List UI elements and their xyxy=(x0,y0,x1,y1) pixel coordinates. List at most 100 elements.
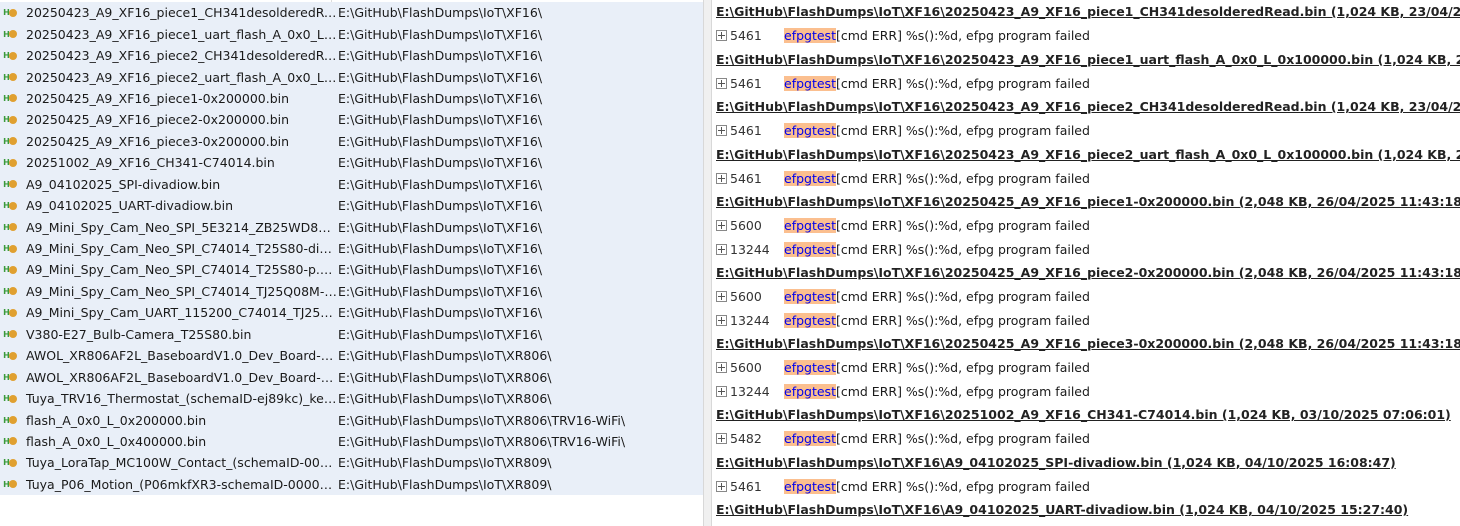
file-path: E:\GitHub\FlashDumps\IoT\XF16\ xyxy=(338,90,543,106)
expand-icon[interactable] xyxy=(716,172,727,184)
result-line[interactable]: 5461 efpgtest [cmd ERR] %s():%d, efpg pr… xyxy=(716,24,1460,48)
file-name: A9_Mini_Spy_Cam_Neo_SPI_C74014_T25S80-p.… xyxy=(26,262,338,278)
hex-file-icon: H xyxy=(0,51,20,60)
file-row[interactable]: H A9_Mini_Spy_Cam_Neo_SPI_C74014_TJ25Q08… xyxy=(0,281,703,302)
splitter[interactable] xyxy=(703,0,712,526)
hex-file-icon: H xyxy=(0,223,20,232)
file-row[interactable]: H 20251002_A9_XF16_CH341-C74014.bin E:\G… xyxy=(0,152,703,173)
file-path: E:\GitHub\FlashDumps\IoT\XF16\ xyxy=(338,283,543,299)
result-file-header[interactable]: E:\GitHub\FlashDumps\IoT\XF16\20250423_A… xyxy=(716,0,1460,24)
expand-icon[interactable] xyxy=(716,480,727,492)
file-row[interactable]: H Tuya_P06_Motion_(P06mkfXR3-schemaID-00… xyxy=(0,474,703,495)
file-name: flash_A_0x0_L_0x200000.bin xyxy=(26,412,207,428)
match-highlight: efpgtest xyxy=(784,28,836,44)
file-row[interactable]: H A9_Mini_Spy_Cam_Neo_SPI_C74014_T25S80-… xyxy=(0,238,703,259)
expand-icon[interactable] xyxy=(716,362,727,374)
expand-icon[interactable] xyxy=(716,291,727,303)
match-highlight: efpgtest xyxy=(784,360,836,376)
result-file-header[interactable]: E:\GitHub\FlashDumps\IoT\XF16\20251002_A… xyxy=(716,403,1460,427)
expand-icon[interactable] xyxy=(716,220,727,232)
result-file-header[interactable]: E:\GitHub\FlashDumps\IoT\XF16\20250425_A… xyxy=(716,261,1460,285)
match-highlight: efpgtest xyxy=(784,123,836,139)
result-line[interactable]: 5461 efpgtest [cmd ERR] %s():%d, efpg pr… xyxy=(716,522,1460,526)
file-path: E:\GitHub\FlashDumps\IoT\XF16\ xyxy=(338,155,543,171)
result-line[interactable]: 5461 efpgtest [cmd ERR] %s():%d, efpg pr… xyxy=(716,475,1460,499)
result-line[interactable]: 13244 efpgtest [cmd ERR] %s():%d, efpg p… xyxy=(716,380,1460,404)
file-path: E:\GitHub\FlashDumps\IoT\XR809\ xyxy=(338,476,552,492)
file-row[interactable]: H A9_Mini_Spy_Cam_UART_115200_C74014_TJ2… xyxy=(0,302,703,323)
result-line[interactable]: 5461 efpgtest [cmd ERR] %s():%d, efpg pr… xyxy=(716,167,1460,191)
result-line[interactable]: 5482 efpgtest [cmd ERR] %s():%d, efpg pr… xyxy=(716,427,1460,451)
file-row[interactable]: H 20250423_A9_XF16_piece2_uart_flash_A_0… xyxy=(0,66,703,87)
result-file-header[interactable]: E:\GitHub\FlashDumps\IoT\XF16\20250425_A… xyxy=(716,190,1460,214)
result-line[interactable]: 5600 efpgtest [cmd ERR] %s():%d, efpg pr… xyxy=(716,214,1460,238)
match-highlight: efpgtest xyxy=(784,241,836,257)
file-row[interactable]: H flash_A_0x0_L_0x200000.bin E:\GitHub\F… xyxy=(0,409,703,430)
result-line[interactable]: 5461 efpgtest [cmd ERR] %s():%d, efpg pr… xyxy=(716,72,1460,96)
expand-icon[interactable] xyxy=(716,314,727,326)
file-row[interactable]: H AWOL_XR806AF2L_BaseboardV1.0_Dev_Board… xyxy=(0,366,703,387)
file-name: A9_Mini_Spy_Cam_Neo_SPI_5E3214_ZB25WD80-… xyxy=(26,219,338,235)
file-name: 20251002_A9_XF16_CH341-C74014.bin xyxy=(26,155,275,171)
result-file-header[interactable]: E:\GitHub\FlashDumps\IoT\XF16\20250423_A… xyxy=(716,143,1460,167)
line-number: 5600 xyxy=(730,218,762,234)
file-row[interactable]: H 20250425_A9_XF16_piece1-0x200000.bin E… xyxy=(0,88,703,109)
expand-icon[interactable] xyxy=(716,433,727,445)
file-row[interactable]: H 20250425_A9_XF16_piece3-0x200000.bin E… xyxy=(0,131,703,152)
file-row[interactable]: H A9_Mini_Spy_Cam_Neo_SPI_C74014_T25S80-… xyxy=(0,259,703,280)
file-row[interactable]: H Tuya_TRV16_Thermostat_(schemaID-ej89kc… xyxy=(0,388,703,409)
match-highlight: efpgtest xyxy=(784,312,836,328)
expand-icon[interactable] xyxy=(716,385,727,397)
result-file-header[interactable]: E:\GitHub\FlashDumps\IoT\XF16\A9_0410202… xyxy=(716,451,1460,475)
result-line[interactable]: 5461 efpgtest [cmd ERR] %s():%d, efpg pr… xyxy=(716,119,1460,143)
result-file-header[interactable]: E:\GitHub\FlashDumps\IoT\XF16\20250425_A… xyxy=(716,332,1460,356)
file-row[interactable]: H A9_04102025_UART-divadiow.bin E:\GitHu… xyxy=(0,195,703,216)
file-row[interactable]: H V380-E27_Bulb-Camera_T25S80.bin E:\Git… xyxy=(0,324,703,345)
match-highlight: efpgtest xyxy=(784,75,836,91)
file-name: AWOL_XR806AF2L_BaseboardV1.0_Dev_Board-d… xyxy=(26,369,338,385)
hex-file-icon: H xyxy=(0,265,20,274)
file-row[interactable]: H A9_Mini_Spy_Cam_Neo_SPI_5E3214_ZB25WD8… xyxy=(0,216,703,237)
file-row[interactable]: H 20250425_A9_XF16_piece2-0x200000.bin E… xyxy=(0,109,703,130)
search-results-panel: E:\GitHub\FlashDumps\IoT\XF16\20250423_A… xyxy=(712,0,1460,526)
file-row[interactable]: H 20250423_A9_XF16_piece2_CH341desoldere… xyxy=(0,45,703,66)
line-number: 5600 xyxy=(730,289,762,305)
hex-file-icon: H xyxy=(0,394,20,403)
file-row[interactable]: H 20250423_A9_XF16_piece1_uart_flash_A_0… xyxy=(0,23,703,44)
result-text: [cmd ERR] %s():%d, efpg program failed xyxy=(835,383,1090,399)
file-path: E:\GitHub\FlashDumps\IoT\XF16\ xyxy=(338,241,543,257)
result-file-header[interactable]: E:\GitHub\FlashDumps\IoT\XF16\20250423_A… xyxy=(716,95,1460,119)
result-line[interactable]: 13244 efpgtest [cmd ERR] %s():%d, efpg p… xyxy=(716,309,1460,333)
expand-icon[interactable] xyxy=(716,30,727,42)
file-path: E:\GitHub\FlashDumps\IoT\XR806\ xyxy=(338,391,552,407)
expand-icon[interactable] xyxy=(716,125,727,137)
hex-file-icon: H xyxy=(0,94,20,103)
match-highlight: efpgtest xyxy=(784,478,836,494)
file-path: E:\GitHub\FlashDumps\IoT\XF16\ xyxy=(338,69,543,85)
file-row[interactable]: H flash_A_0x0_L_0x400000.bin E:\GitHub\F… xyxy=(0,431,703,452)
result-file-header[interactable]: E:\GitHub\FlashDumps\IoT\XF16\A9_0410202… xyxy=(716,498,1460,522)
file-name: 20250425_A9_XF16_piece1-0x200000.bin xyxy=(26,90,290,106)
file-name: A9_Mini_Spy_Cam_Neo_SPI_C74014_TJ25Q08M-… xyxy=(26,283,338,299)
result-file-header[interactable]: E:\GitHub\FlashDumps\IoT\XF16\20250423_A… xyxy=(716,48,1460,72)
expand-icon[interactable] xyxy=(716,77,727,89)
file-row[interactable]: H Tuya_LoraTap_MC100W_Contact_(schemaID-… xyxy=(0,452,703,473)
file-path: E:\GitHub\FlashDumps\IoT\XF16\ xyxy=(338,5,543,21)
file-row[interactable]: H 20250423_A9_XF16_piece1_CH341desoldere… xyxy=(0,2,703,23)
hex-file-icon: H xyxy=(0,351,20,360)
file-name: A9_Mini_Spy_Cam_Neo_SPI_C74014_T25S80-di… xyxy=(26,241,338,257)
result-text: [cmd ERR] %s():%d, efpg program failed xyxy=(835,170,1090,186)
expand-icon[interactable] xyxy=(716,243,727,255)
hex-file-icon: H xyxy=(0,308,20,317)
file-name: A9_04102025_SPI-divadiow.bin xyxy=(26,176,221,192)
result-line[interactable]: 5600 efpgtest [cmd ERR] %s():%d, efpg pr… xyxy=(716,356,1460,380)
file-name: 20250423_A9_XF16_piece1_uart_flash_A_0x0… xyxy=(26,26,338,42)
result-text: [cmd ERR] %s():%d, efpg program failed xyxy=(835,431,1090,447)
match-highlight: efpgtest xyxy=(784,289,836,305)
result-line[interactable]: 5600 efpgtest [cmd ERR] %s():%d, efpg pr… xyxy=(716,285,1460,309)
line-number: 5461 xyxy=(730,28,762,44)
result-line[interactable]: 13244 efpgtest [cmd ERR] %s():%d, efpg p… xyxy=(716,238,1460,262)
file-row[interactable]: H AWOL_XR806AF2L_BaseboardV1.0_Dev_Board… xyxy=(0,345,703,366)
hex-file-icon: H xyxy=(0,137,20,146)
file-row[interactable]: H A9_04102025_SPI-divadiow.bin E:\GitHub… xyxy=(0,174,703,195)
